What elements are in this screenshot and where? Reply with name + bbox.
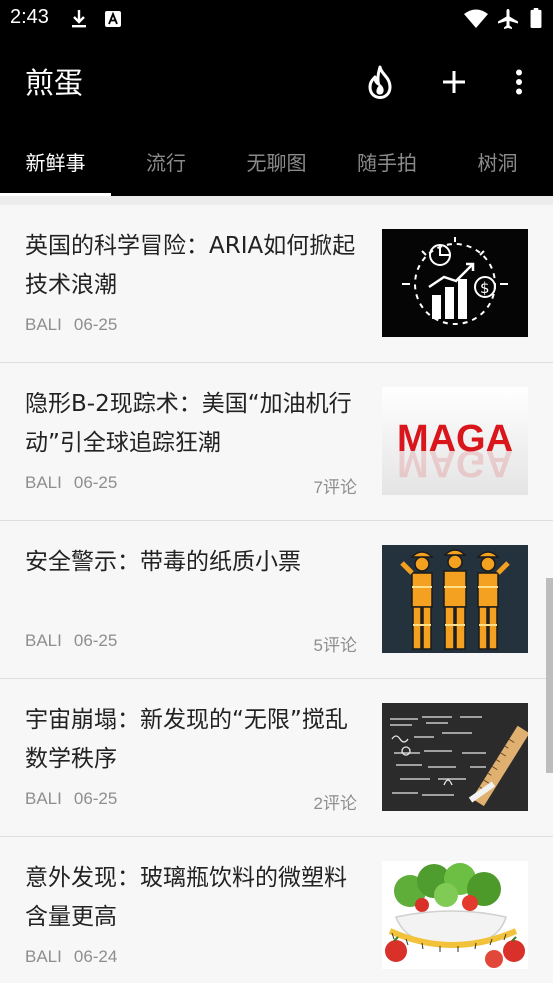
status-time: 2:43 <box>10 6 49 28</box>
article-card[interactable]: 安全警示：带毒的纸质小票 BALI 06-25 5评论 <box>0 521 553 679</box>
article-meta: BALI 06-25 <box>25 473 117 493</box>
article-thumbnail: $ <box>382 229 528 337</box>
article-feed[interactable]: 英国的科学冒险：ARIA如何掀起技术浪潮 BALI06-25 $ 隐形B-2现 <box>0 196 553 983</box>
article-meta: BALI 06-25 <box>25 315 117 335</box>
article-title: 隐形B-2现踪术：美国“加油机行动”引全球追踪狂潮 <box>25 391 352 456</box>
app-bar: 煎蛋 <box>0 38 553 126</box>
article-thumbnail: MAGA MAGA <box>382 387 528 495</box>
article-thumbnail <box>382 703 528 811</box>
hot-icon <box>368 65 392 99</box>
status-bar: 2:43 <box>0 0 553 38</box>
article-author: BALI <box>25 473 62 492</box>
feed-scrollbar[interactable] <box>546 578 553 773</box>
maga-text-image: MAGA MAGA <box>382 387 528 495</box>
more-options-button[interactable] <box>497 60 541 104</box>
construction-workers-image <box>382 545 528 653</box>
article-card[interactable]: 意外发现：玻璃瓶饮料的微塑料含量更高 BALI 06-24 <box>0 837 553 983</box>
airplane-mode-icon <box>498 9 518 29</box>
article-title: 安全警示：带毒的纸质小票 <box>25 549 301 575</box>
add-icon <box>443 71 465 93</box>
article-title: 宇宙崩塌：新发现的“无限”搅乱数学秩序 <box>25 707 348 772</box>
article-date: 06-25 <box>73 473 118 492</box>
article-author: BALI <box>25 789 62 808</box>
tab-xinxianshi[interactable]: 新鲜事 <box>0 126 111 196</box>
hot-button[interactable] <box>358 60 402 104</box>
more-vert-icon <box>516 69 522 95</box>
chalkboard-equations-image <box>382 703 528 811</box>
tab-liuxing[interactable]: 流行 <box>111 126 221 196</box>
article-thumbnail <box>382 545 528 653</box>
comment-count[interactable]: 7评论 <box>314 473 357 498</box>
article-date: 06-25 <box>73 315 118 334</box>
article-meta: BALI 06-25 <box>25 631 117 651</box>
article-title: 英国的科学冒险：ARIA如何掀起技术浪潮 <box>25 233 356 298</box>
article-meta: BALI 06-24 <box>25 947 117 967</box>
article-author: BALI <box>25 631 62 650</box>
app-title: 煎蛋 <box>25 66 84 100</box>
growth-chart-icon-image: $ <box>382 229 528 337</box>
battery-icon <box>530 8 542 28</box>
comment-count[interactable]: 2评论 <box>314 789 357 814</box>
wifi-icon <box>464 9 488 28</box>
svg-text:$: $ <box>480 279 490 297</box>
article-card[interactable]: 宇宙崩塌：新发现的“无限”搅乱数学秩序 BALI 06-25 2评论 <box>0 679 553 837</box>
article-title: 意外发现：玻璃瓶饮料的微塑料含量更高 <box>25 865 347 930</box>
text-notification-icon <box>105 11 121 27</box>
salad-bowl-image <box>382 861 528 969</box>
comment-count[interactable]: 5评论 <box>314 631 357 656</box>
download-icon <box>72 10 86 28</box>
article-meta: BALI 06-25 <box>25 789 117 809</box>
category-tabs: 新鲜事 流行 无聊图 随手拍 树洞 <box>0 126 553 196</box>
article-author: BALI <box>25 947 62 966</box>
svg-text:MAGA: MAGA <box>397 442 513 484</box>
article-date: 06-25 <box>73 789 118 808</box>
tab-wuliaotu[interactable]: 无聊图 <box>221 126 332 196</box>
article-date: 06-24 <box>73 947 118 966</box>
article-author: BALI <box>25 315 62 334</box>
tab-suishoupai[interactable]: 随手拍 <box>332 126 442 196</box>
article-card[interactable]: 英国的科学冒险：ARIA如何掀起技术浪潮 BALI 06-25 $ <box>0 205 553 363</box>
article-thumbnail <box>382 861 528 969</box>
tab-shudong[interactable]: 树洞 <box>442 126 553 196</box>
article-card[interactable]: 隐形B-2现踪术：美国“加油机行动”引全球追踪狂潮 BALI 06-25 7评论 … <box>0 363 553 521</box>
add-button[interactable] <box>432 60 476 104</box>
article-date: 06-25 <box>73 631 118 650</box>
